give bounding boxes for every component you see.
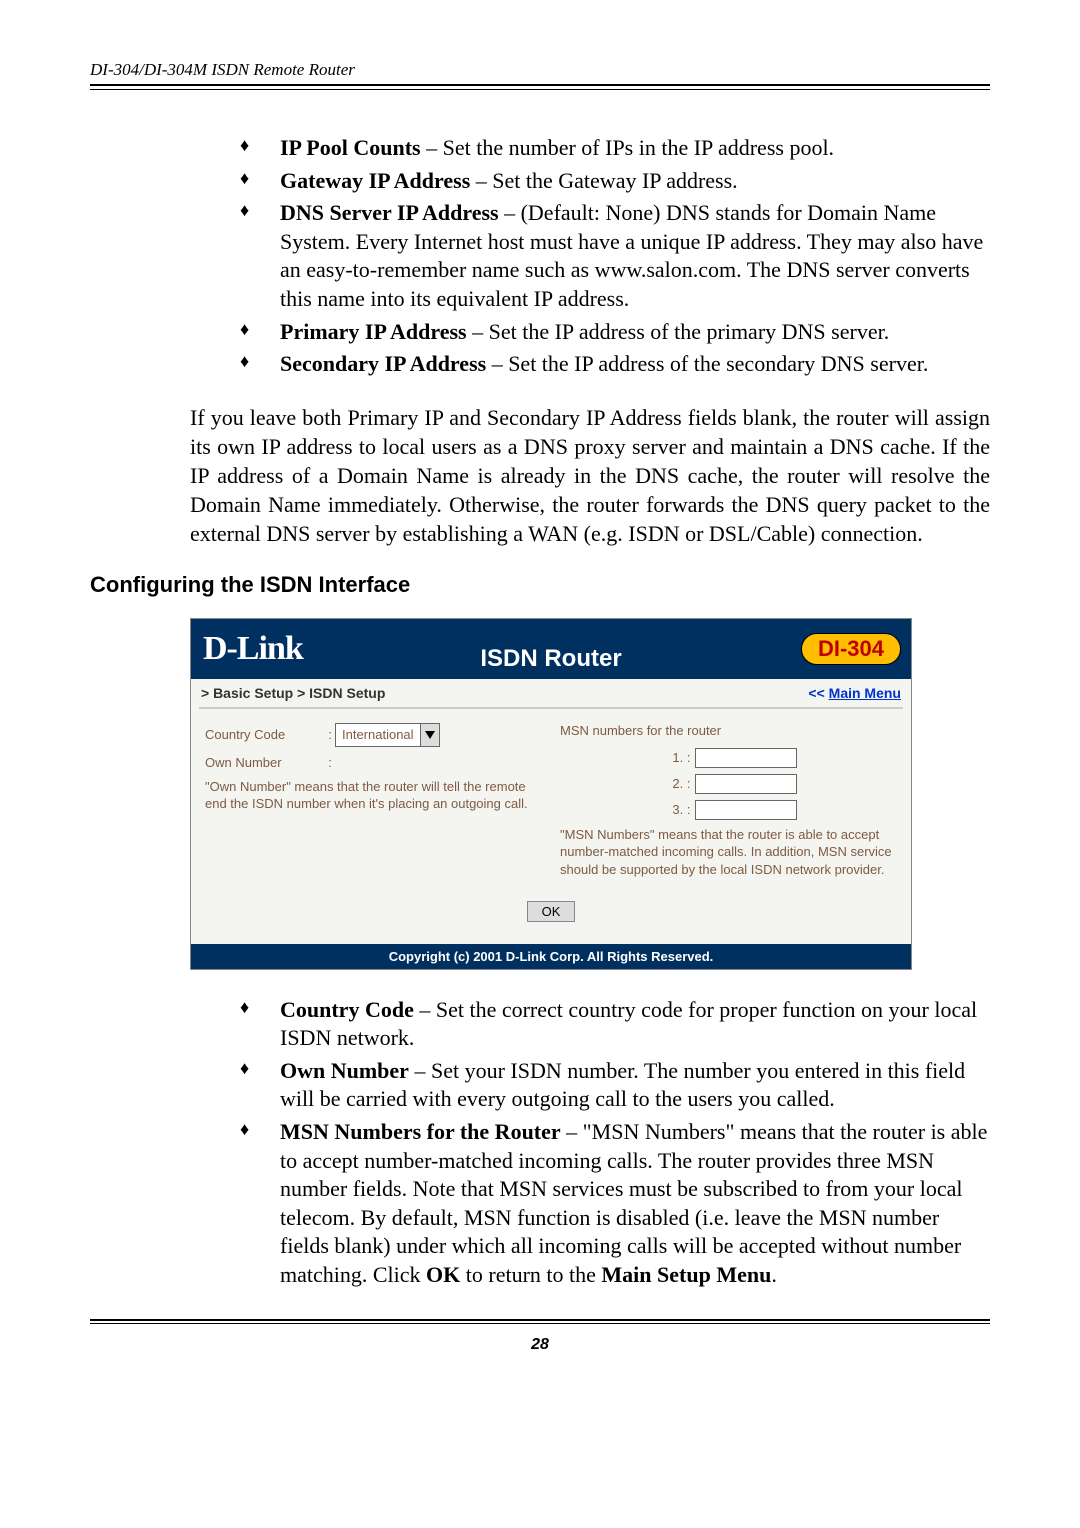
main-menu-link-wrap: << Main Menu bbox=[808, 685, 901, 701]
footer-rule bbox=[90, 1319, 990, 1324]
ok-row: OK bbox=[191, 887, 911, 944]
left-column: Country Code : International Own Number … bbox=[205, 723, 560, 879]
bullet-text3: . bbox=[771, 1262, 777, 1287]
msn-note: "MSN Numbers" means that the router is a… bbox=[560, 826, 897, 879]
msn-row-2: 2. : bbox=[560, 774, 897, 794]
bullet-text: – Set the number of IPs in the IP addres… bbox=[421, 135, 834, 160]
bullet-country-code: Country Code – Set the correct country c… bbox=[230, 996, 990, 1053]
right-column: MSN numbers for the router 1. : 2. : 3. … bbox=[560, 723, 897, 879]
bullet-bold3: Main Setup Menu bbox=[601, 1262, 771, 1287]
country-code-row: Country Code : International bbox=[205, 723, 542, 747]
router-panel: D-Link ISDN Router DI-304 > Basic Setup … bbox=[190, 618, 912, 970]
ok-button[interactable]: OK bbox=[527, 901, 576, 922]
msn-header: MSN numbers for the router bbox=[560, 723, 897, 738]
divider bbox=[199, 707, 903, 709]
msn-input-1[interactable] bbox=[695, 748, 797, 768]
section-heading: Configuring the ISDN Interface bbox=[90, 572, 990, 598]
running-head: DI-304/DI-304M ISDN Remote Router bbox=[90, 60, 990, 84]
bullet-text: – Set the Gateway IP address. bbox=[470, 168, 737, 193]
msn-row-3: 3. : bbox=[560, 800, 897, 820]
colon: : bbox=[325, 755, 335, 770]
bullet-primary-ip: Primary IP Address – Set the IP address … bbox=[230, 318, 990, 347]
page-number: 28 bbox=[90, 1336, 990, 1354]
bullet-ip-pool-counts: IP Pool Counts – Set the number of IPs i… bbox=[230, 134, 990, 163]
router-footer: Copyright (c) 2001 D-Link Corp. All Righ… bbox=[191, 944, 911, 969]
bullet-label: IP Pool Counts bbox=[280, 135, 421, 160]
bullet-dns-server-ip: DNS Server IP Address – (Default: None) … bbox=[230, 199, 990, 313]
model-badge: DI-304 bbox=[801, 633, 901, 665]
breadcrumb-row: > Basic Setup > ISDN Setup << Main Menu bbox=[191, 679, 911, 707]
bullet-label: DNS Server IP Address bbox=[280, 200, 499, 225]
bullet-label: MSN Numbers for the Router bbox=[280, 1119, 561, 1144]
bullet-label: Gateway IP Address bbox=[280, 168, 470, 193]
bullet-text: – Set the IP address of the secondary DN… bbox=[486, 351, 928, 376]
msn-index: 1. : bbox=[661, 750, 695, 765]
own-number-row: Own Number : bbox=[205, 755, 542, 770]
router-header: D-Link ISDN Router DI-304 bbox=[191, 619, 911, 679]
country-code-label: Country Code bbox=[205, 727, 325, 742]
breadcrumb: > Basic Setup > ISDN Setup bbox=[201, 685, 385, 701]
own-number-label: Own Number bbox=[205, 755, 325, 770]
msn-input-2[interactable] bbox=[695, 774, 797, 794]
bullet-gateway-ip: Gateway IP Address – Set the Gateway IP … bbox=[230, 167, 990, 196]
country-code-select[interactable]: International bbox=[335, 723, 440, 747]
page: DI-304/DI-304M ISDN Remote Router IP Poo… bbox=[0, 0, 1080, 1528]
main-menu-prefix: << bbox=[808, 685, 828, 701]
bullet-label: Own Number bbox=[280, 1058, 409, 1083]
msn-index: 3. : bbox=[661, 802, 695, 817]
bullet-text: – Set the IP address of the primary DNS … bbox=[467, 319, 890, 344]
form-area: Country Code : International Own Number … bbox=[191, 723, 911, 887]
bullet-secondary-ip: Secondary IP Address – Set the IP addres… bbox=[230, 350, 990, 379]
definition-list-bottom: Country Code – Set the correct country c… bbox=[230, 996, 990, 1290]
bullet-label: Country Code bbox=[280, 997, 414, 1022]
msn-index: 2. : bbox=[661, 776, 695, 791]
bullet-text2: to return to the bbox=[460, 1262, 601, 1287]
msn-row-1: 1. : bbox=[560, 748, 897, 768]
bullet-msn-numbers: MSN Numbers for the Router – "MSN Number… bbox=[230, 1118, 990, 1290]
own-number-note: "Own Number" means that the router will … bbox=[205, 778, 542, 813]
bullet-own-number: Own Number – Set your ISDN number. The n… bbox=[230, 1057, 990, 1114]
body-paragraph: If you leave both Primary IP and Seconda… bbox=[190, 403, 990, 548]
main-menu-link[interactable]: Main Menu bbox=[829, 685, 901, 701]
bullet-label: Primary IP Address bbox=[280, 319, 467, 344]
definition-list-top: IP Pool Counts – Set the number of IPs i… bbox=[230, 134, 990, 379]
bullet-bold2: OK bbox=[426, 1262, 460, 1287]
colon: : bbox=[325, 727, 335, 742]
bullet-label: Secondary IP Address bbox=[280, 351, 486, 376]
header-rule bbox=[90, 84, 990, 90]
country-code-value: International bbox=[336, 727, 420, 742]
chevron-down-icon[interactable] bbox=[420, 724, 439, 746]
msn-input-3[interactable] bbox=[695, 800, 797, 820]
